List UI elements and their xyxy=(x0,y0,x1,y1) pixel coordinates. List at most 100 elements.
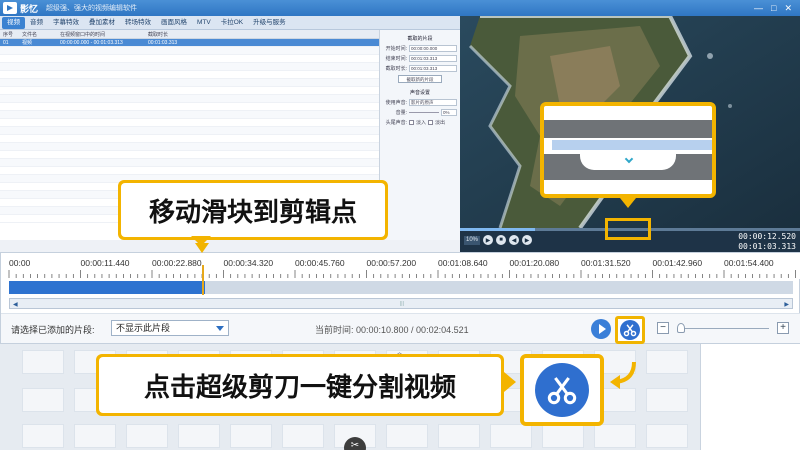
storyboard-slot[interactable] xyxy=(126,424,168,448)
tab-video[interactable]: 视频 xyxy=(2,16,25,29)
storyboard-slot[interactable] xyxy=(178,424,220,448)
empty-row xyxy=(0,167,379,175)
volume-field[interactable]: 0% xyxy=(441,109,457,116)
storyboard-slot[interactable] xyxy=(646,424,688,448)
storyboard-slot[interactable] xyxy=(646,388,688,412)
tab-overlay[interactable]: 叠加素材 xyxy=(84,17,120,29)
col-index: 序号 xyxy=(3,31,14,38)
close-button[interactable]: ✕ xyxy=(784,3,792,14)
callout-step1-pointer xyxy=(191,236,211,246)
tab-karaoke[interactable]: 卡拉OK xyxy=(216,17,248,29)
storyboard-slot[interactable] xyxy=(438,424,480,448)
next-frame-icon[interactable]: ▶ xyxy=(522,235,533,245)
minimize-button[interactable]: — xyxy=(754,3,763,14)
settings-panel: 截取的片段 开始时间: 00:00:00.000 结束时间: 00:01:03.31… xyxy=(380,30,460,240)
inset-band-top xyxy=(544,120,712,138)
fade-in-checkbox[interactable] xyxy=(409,120,414,125)
super-scissors-button[interactable] xyxy=(615,316,645,344)
start-label: 开始时间: xyxy=(385,46,407,52)
scroll-grip-icon[interactable]: ||| xyxy=(400,301,404,307)
crop-new-button[interactable]: 截取新的片段 xyxy=(398,75,442,83)
tab-subtitle[interactable]: 字幕特效 xyxy=(48,17,84,29)
empty-row xyxy=(0,95,379,103)
prev-frame-icon[interactable]: ◀ xyxy=(509,235,520,245)
inset-progress-band xyxy=(552,140,712,150)
empty-row xyxy=(0,143,379,151)
callout-step2: 点击超级剪刀一键分割视频 xyxy=(96,354,504,416)
duration-label: 截取时长: xyxy=(385,66,407,72)
scroll-left-icon[interactable]: ◀ xyxy=(13,301,18,308)
app-subtitle: 超级强、强大的视频编辑软件 xyxy=(46,5,138,12)
start-time-field[interactable]: 00:00:00.000 xyxy=(409,45,457,52)
inset-target-box xyxy=(605,218,651,240)
play-icon[interactable]: ▶ xyxy=(483,235,494,245)
chevron-down-icon xyxy=(216,326,224,331)
empty-row xyxy=(0,159,379,167)
timeline-play-button[interactable] xyxy=(591,319,611,339)
empty-row xyxy=(0,151,379,159)
empty-row xyxy=(0,71,379,79)
storyboard-slot[interactable] xyxy=(22,388,64,412)
row-filename: 视频 xyxy=(22,40,33,46)
fade-in-label: 淡入 xyxy=(416,120,427,126)
zoom-out-button[interactable]: − xyxy=(657,322,669,334)
storyboard-slot[interactable] xyxy=(490,424,532,448)
table-row[interactable]: 01 视频 00:00:00.000 - 00:01:03.313 00:01:… xyxy=(0,39,379,47)
timeline-track[interactable] xyxy=(9,281,793,294)
tab-transition[interactable]: 转场特效 xyxy=(120,17,156,29)
timeline-scrollbar[interactable]: ◀ ||| ▶ xyxy=(9,298,793,309)
col-duration: 截取时长 xyxy=(148,31,169,38)
storyboard-slot[interactable] xyxy=(542,424,584,448)
storyboard-side-panel xyxy=(700,344,800,450)
storyboard-slot[interactable] xyxy=(646,350,688,374)
timeline-panel: 00:00 00:00:11.440 00:00:22.880 00:00:34.32… xyxy=(0,252,800,344)
clip-list-header: 序号 文件名 在视频窗口中的时间 截取时长 xyxy=(0,30,379,39)
storyboard-slot[interactable] xyxy=(230,424,272,448)
crop-section-title: 截取的片段 xyxy=(407,36,433,42)
empty-row xyxy=(0,127,379,135)
empty-row xyxy=(0,135,379,143)
playhead-line[interactable] xyxy=(202,265,204,295)
playback-progress-fill xyxy=(460,228,535,231)
tab-style[interactable]: 画面风格 xyxy=(156,17,192,29)
storyboard-slot[interactable] xyxy=(74,424,116,448)
audio-section-title: 声音设置 xyxy=(409,90,430,96)
fade-out-checkbox[interactable] xyxy=(428,120,434,125)
zoom-slider-thumb[interactable] xyxy=(677,323,685,333)
fade-label: 头尾声音: xyxy=(385,120,407,126)
zoom-in-button[interactable]: + xyxy=(777,322,789,334)
row-duration: 00:01:03.313 xyxy=(148,39,178,46)
tab-mtv[interactable]: MTV xyxy=(192,17,216,29)
audio-label: 使用声音: xyxy=(385,100,407,106)
stop-icon[interactable]: ■ xyxy=(496,235,507,245)
end-time-field[interactable]: 00:01:03.313 xyxy=(409,55,457,62)
row-index: 01 xyxy=(3,39,9,46)
storyboard-slot[interactable] xyxy=(386,424,428,448)
empty-row xyxy=(0,87,379,95)
scroll-right-icon[interactable]: ▶ xyxy=(784,301,789,308)
window-controls: — □ ✕ xyxy=(754,3,792,14)
zoom-slider[interactable] xyxy=(677,328,769,329)
row-time: 00:00:00.000 - 00:01:03.313 xyxy=(60,39,123,46)
storyboard-slot[interactable] xyxy=(22,350,64,374)
duration-field[interactable]: 00:01:03.313 xyxy=(409,65,457,72)
storyboard-slot[interactable] xyxy=(22,424,64,448)
audio-select[interactable]: 影片的原声 xyxy=(409,99,457,106)
timeline-ruler[interactable]: 00:00 00:00:11.440 00:00:22.880 00:00:34.32… xyxy=(1,253,800,279)
maximize-button[interactable]: □ xyxy=(771,3,776,14)
storyboard-slot[interactable] xyxy=(594,424,636,448)
empty-row xyxy=(0,79,379,87)
title-bar: 影忆 超级强、强大的视频编辑软件 — □ ✕ xyxy=(0,0,800,16)
tab-upgrade[interactable]: 升级与服务 xyxy=(248,17,291,29)
storyboard-slot[interactable] xyxy=(282,424,324,448)
ruler-ticks xyxy=(8,270,796,278)
tab-audio[interactable]: 音频 xyxy=(25,17,48,29)
empty-row xyxy=(0,55,379,63)
ruler-tick-label: 00:01:42.960 xyxy=(652,258,703,268)
volume-slider[interactable] xyxy=(409,112,439,113)
zoom-level[interactable]: 10% xyxy=(464,235,481,245)
callout-step2-pointer xyxy=(504,372,516,392)
ruler-tick-label: 00:00:22.880 xyxy=(152,258,202,268)
current-time: 00:00:12.520 xyxy=(738,232,796,241)
clip-select[interactable]: 不显示此片段 xyxy=(111,320,229,336)
